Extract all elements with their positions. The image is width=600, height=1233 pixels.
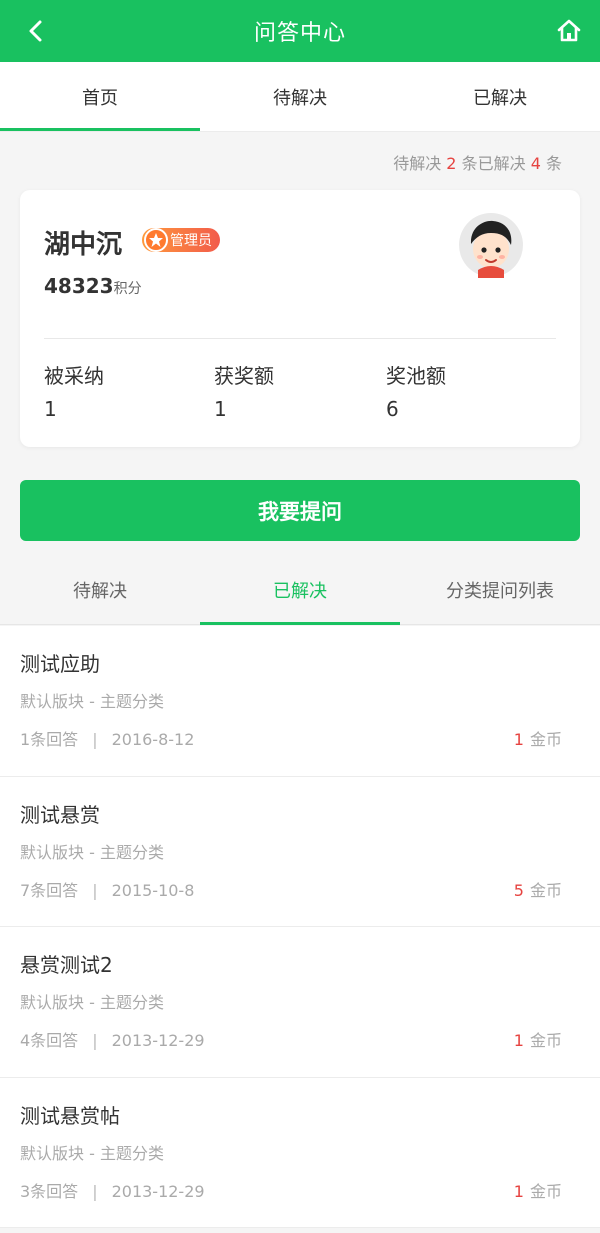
tab-label: 待解决 [273,87,327,109]
role-badge: 管理员 [142,228,220,252]
list-item[interactable]: 悬赏测试2 默认版块 - 主题分类 4条回答 | 2013-12-29 1 金币 [0,927,600,1078]
question-date: 2016-8-12 [111,730,195,749]
top-bar: 问答中心 [0,0,600,62]
question-meta: 1条回答 | 2016-8-12 [20,726,194,750]
question-meta: 3条回答 | 2013-12-29 [20,1178,205,1202]
reward-unit: 金币 [529,1031,562,1050]
question-meta: 7条回答 | 2015-10-8 [20,877,194,901]
question-list: 测试应助 默认版块 - 主题分类 1条回答 | 2016-8-12 1 金币 测试悬赏… [0,626,600,1228]
resolved-label: 已解决 [477,154,526,173]
stat-value: 1 [214,397,227,421]
points-value: 48323 [44,274,114,298]
pending-label: 待解决 [393,154,442,173]
chevron-left-icon[interactable] [22,17,50,45]
answer-count: 1条回答 [20,730,79,749]
list-item[interactable]: 测试悬赏帖 默认版块 - 主题分类 3条回答 | 2013-12-29 1 金币 [0,1078,600,1228]
tab-pending-list[interactable]: 待解决 [0,555,200,624]
meta-separator: | [92,1181,98,1201]
question-tabs: 待解决 已解决 分类提问列表 [0,555,600,625]
question-date: 2015-10-8 [111,880,195,900]
user-name: 湖中沉 [44,230,123,260]
reward-unit: 金币 [529,880,562,900]
question-reward: 1 金币 [514,726,562,750]
answer-count: 3条回答 [20,1181,79,1201]
meta-separator: | [92,880,98,900]
question-category: 默认版块 - 主题分类 [20,1143,164,1163]
unit-label: 条 [461,154,478,173]
tab-resolved-list[interactable]: 已解决 [200,555,400,625]
question-title[interactable]: 悬赏测试2 [20,949,113,978]
stat-label: 获奖额 [214,364,274,388]
reward-unit: 金币 [529,730,562,749]
avatar[interactable] [458,212,524,278]
medal-icon [144,228,168,252]
tab-home[interactable]: 首页 [0,62,200,131]
tab-label: 首页 [82,87,118,109]
stat-accepted: 被采纳 1 [44,360,104,421]
tab-pending[interactable]: 待解决 [200,62,400,131]
pending-count: 2 [446,154,457,173]
question-reward: 1 金币 [514,1178,562,1202]
stat-label: 奖池额 [386,364,446,388]
page-title: 问答中心 [253,21,346,46]
reward-amount: 1 [513,730,524,749]
tab-label: 待解决 [73,580,127,602]
stat-value: 1 [44,397,57,421]
profile-card: 湖中沉 管理员 48323积分 被采纳 1 获奖额 1 奖池额 6 [20,190,580,447]
question-category: 默认版块 - 主题分类 [20,993,164,1012]
reward-unit: 金币 [529,1181,562,1201]
points-unit: 积分 [113,281,142,297]
stat-value: 6 [386,397,399,421]
badge-label: 管理员 [170,233,212,249]
tab-resolved[interactable]: 已解决 [400,62,600,131]
top-tabs: 首页 待解决 已解决 [0,62,600,132]
home-icon[interactable] [556,18,582,44]
reward-amount: 1 [513,1181,524,1201]
meta-separator: | [92,1031,98,1050]
unit-label: 条 [545,154,562,173]
points: 48323积分 [44,274,142,298]
question-meta: 4条回答 | 2013-12-29 [20,1027,205,1051]
ask-question-button[interactable]: 我要提问 [20,480,580,541]
resolved-count: 4 [530,154,541,173]
answer-count: 7条回答 [20,880,79,900]
question-reward: 1 金币 [514,1027,562,1051]
question-category: 默认版块 - 主题分类 [20,692,164,711]
question-title[interactable]: 测试悬赏帖 [20,1100,120,1129]
question-summary: 待解决 2 条已解决 4 条 [393,150,562,174]
meta-separator: | [92,730,98,749]
reward-amount: 5 [513,880,524,900]
list-item[interactable]: 测试应助 默认版块 - 主题分类 1条回答 | 2016-8-12 1 金币 [0,626,600,777]
list-item[interactable]: 测试悬赏 默认版块 - 主题分类 7条回答 | 2015-10-8 5 金币 [0,777,600,927]
question-category: 默认版块 - 主题分类 [20,842,164,862]
answer-count: 4条回答 [20,1031,79,1050]
question-title[interactable]: 测试悬赏 [20,799,100,828]
stat-label: 被采纳 [44,364,104,388]
stat-rewarded: 获奖额 1 [214,360,274,421]
reward-amount: 1 [513,1031,524,1050]
tab-label: 已解决 [473,87,527,109]
tab-label: 分类提问列表 [446,580,554,602]
question-date: 2013-12-29 [111,1031,205,1050]
divider [44,338,556,339]
question-reward: 5 金币 [514,877,562,901]
tab-label: 已解决 [273,580,327,602]
stat-pool: 奖池额 6 [386,360,446,421]
question-date: 2013-12-29 [111,1181,205,1201]
tab-category-list[interactable]: 分类提问列表 [400,555,600,624]
question-title[interactable]: 测试应助 [20,648,100,677]
